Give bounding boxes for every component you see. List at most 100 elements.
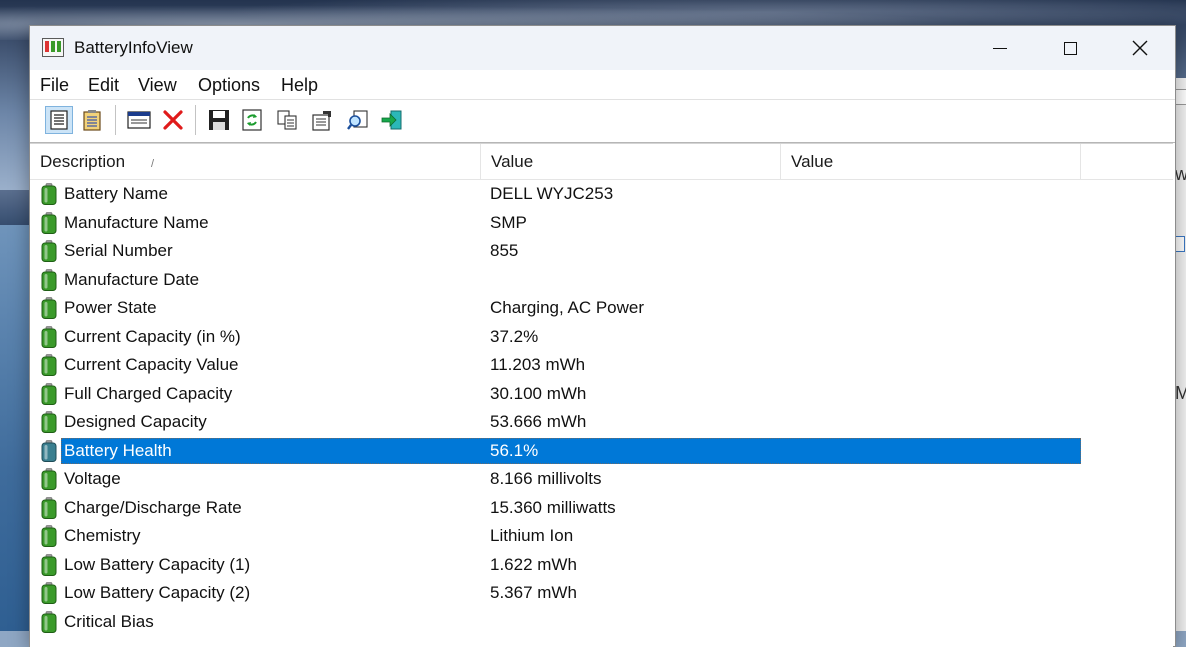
column-header-description[interactable]: Description / [30, 144, 481, 179]
table-row[interactable]: Chemistry Lithium Ion [30, 522, 1173, 550]
table-row[interactable]: Current Capacity Value 11.203 mWh [30, 351, 1173, 379]
table-row[interactable]: Low Battery Capacity (1) 1.622 mWh [30, 551, 1173, 579]
row-description: Voltage [64, 469, 121, 488]
row-description: Full Charged Capacity [64, 383, 233, 403]
battery-icon [41, 525, 57, 547]
battery-icon [41, 268, 57, 291]
battery-icon [41, 582, 57, 604]
battery-information-button[interactable] [45, 106, 73, 134]
list-header: Description / Value Value [30, 144, 1173, 180]
row-description: Serial Number [64, 241, 173, 260]
battery-icon [41, 325, 57, 348]
row-description: Manufacture Name [64, 212, 209, 232]
copy-button[interactable] [273, 106, 301, 134]
row-value: DELL WYJC253 [490, 184, 614, 203]
menu-bar: File Edit View Options Help [30, 70, 1175, 99]
row-value: Lithium Ion [490, 526, 574, 545]
column-header-value-2[interactable]: Value [781, 144, 1081, 179]
row-value: 15.360 milliwatts [490, 497, 616, 517]
toolbar [30, 99, 1175, 143]
table-row[interactable]: Charge/Discharge Rate 15.360 milliwatts [30, 494, 1173, 522]
html-report-button[interactable] [125, 106, 153, 134]
table-row[interactable]: Designed Capacity 53.666 mWh [30, 408, 1173, 436]
landscape-sea [0, 225, 30, 631]
find-icon [347, 110, 368, 130]
row-description: Designed Capacity [64, 412, 207, 431]
row-description: Battery Name [64, 184, 168, 203]
app-battery-icon [42, 38, 64, 57]
exit-button[interactable] [378, 106, 406, 134]
close-button[interactable] [1105, 26, 1175, 70]
properties-icon [312, 111, 331, 131]
title-bar[interactable]: BatteryInfoView [30, 26, 1175, 70]
row-description: Critical Bias [64, 611, 154, 631]
row-value: 855 [490, 241, 519, 260]
close-icon [1132, 40, 1148, 56]
battery-log-button[interactable] [78, 106, 106, 134]
table-row[interactable]: Low Battery Capacity (2) 5.367 mWh [30, 579, 1173, 607]
row-value: 30.100 mWh [490, 383, 587, 403]
battery-info-window: BatteryInfoView File Edit View Options H… [29, 25, 1176, 647]
background-window-glyph: w [1175, 164, 1186, 184]
table-row[interactable]: Battery Health 56.1% [30, 437, 1173, 465]
refresh-icon [242, 109, 262, 131]
table-row[interactable]: Critical Bias [30, 608, 1173, 636]
save-button[interactable] [205, 106, 233, 134]
column-header-value[interactable]: Value [481, 144, 781, 179]
row-description: Low Battery Capacity (1) [64, 554, 251, 574]
exit-icon [381, 110, 402, 130]
row-description: Chemistry [64, 526, 141, 545]
minimize-icon [993, 47, 1007, 49]
menu-help[interactable]: Help [281, 75, 318, 96]
table-row[interactable]: Manufacture Date [30, 266, 1173, 294]
find-button[interactable] [344, 106, 372, 134]
row-value: 11.203 mWh [490, 355, 586, 374]
menu-edit[interactable]: Edit [88, 75, 119, 96]
table-row[interactable]: Serial Number 855 [30, 237, 1173, 265]
column-header-label: Value [491, 152, 534, 171]
battery-icon [41, 553, 57, 576]
refresh-button[interactable] [238, 106, 266, 134]
table-row[interactable]: Battery Name DELL WYJC253 [30, 180, 1173, 208]
battery-icon [41, 211, 57, 234]
maximize-button[interactable] [1035, 26, 1105, 70]
table-row[interactable]: Current Capacity (in %) 37.2% [30, 323, 1173, 351]
delete-button[interactable] [159, 106, 187, 134]
battery-information-icon [50, 110, 68, 130]
battery-info-list[interactable]: Description / Value Value Battery Name DEL… [30, 143, 1173, 647]
row-description: Charge/Discharge Rate [64, 497, 242, 517]
row-description: Power State [64, 298, 157, 317]
row-value: 5.367 mWh [490, 583, 577, 602]
battery-icon [41, 354, 57, 376]
battery-icon [41, 240, 57, 262]
battery-icon [41, 411, 57, 433]
menu-file[interactable]: File [40, 75, 69, 96]
row-value: SMP [490, 212, 527, 232]
table-row[interactable]: Manufacture Name SMP [30, 209, 1173, 237]
battery-icon [41, 610, 57, 633]
properties-button[interactable] [308, 106, 336, 134]
battery-icon [41, 439, 57, 462]
battery-icon [41, 468, 57, 490]
table-row[interactable]: Power State Charging, AC Power [30, 294, 1173, 322]
row-description: Battery Health [64, 440, 172, 460]
maximize-icon [1063, 41, 1077, 55]
minimize-button[interactable] [965, 26, 1035, 70]
table-row[interactable]: Voltage 8.166 millivolts [30, 465, 1173, 493]
row-value: 37.2% [490, 326, 539, 346]
column-header-label: Value [791, 152, 834, 171]
window-title: BatteryInfoView [74, 38, 193, 57]
row-value: 56.1% [490, 440, 539, 460]
battery-icon [41, 297, 57, 319]
row-value: 1.622 mWh [490, 554, 577, 574]
row-value: 8.166 millivolts [490, 469, 602, 488]
html-report-icon [127, 111, 151, 129]
menu-view[interactable]: View [138, 75, 177, 96]
column-header-label: Description [40, 152, 126, 171]
delete-icon [163, 110, 183, 130]
battery-icon [41, 382, 57, 405]
menu-options[interactable]: Options [198, 75, 260, 96]
background-window-control[interactable] [1175, 89, 1186, 105]
landscape-hills [0, 190, 30, 230]
table-row[interactable]: Full Charged Capacity 30.100 mWh [30, 380, 1173, 408]
